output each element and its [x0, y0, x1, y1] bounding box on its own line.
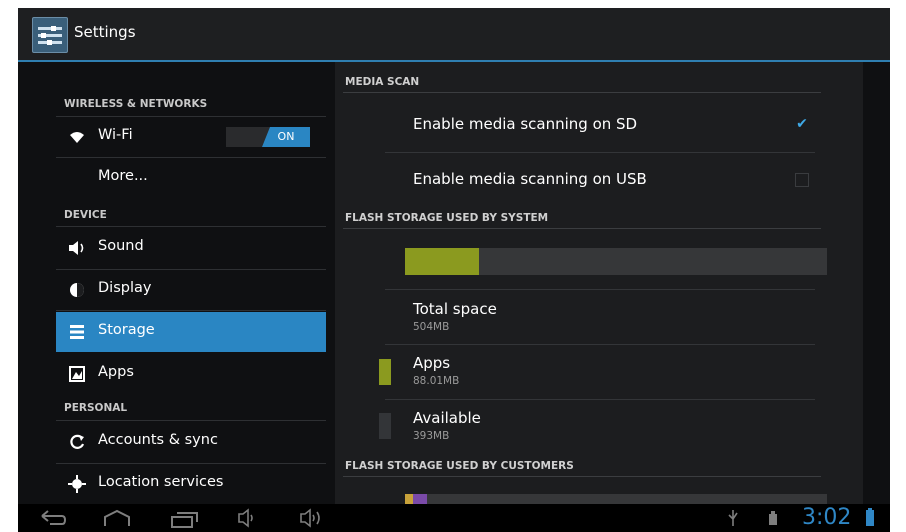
storage-settings-panel: MEDIA SCAN Enable media scanning on SD ✔… — [335, 62, 863, 504]
media-scan-usb-label: Enable media scanning on USB — [413, 170, 647, 188]
wifi-icon — [66, 126, 88, 148]
customer-storage-bar — [405, 494, 827, 504]
section-header-media-scan: MEDIA SCAN — [345, 76, 420, 88]
sidebar-item-label: Accounts & sync — [98, 432, 218, 448]
section-header-system-storage: FLASH STORAGE USED BY SYSTEM — [345, 212, 549, 224]
divider — [385, 344, 815, 345]
section-header-device: DEVICE — [64, 209, 107, 221]
back-icon[interactable] — [38, 508, 68, 532]
sidebar-item-more[interactable]: More... — [56, 158, 326, 198]
media-scan-sd-label: Enable media scanning on SD — [413, 115, 638, 133]
sidebar-item-label: Location services — [98, 474, 224, 490]
usb-icon — [726, 508, 740, 532]
divider — [385, 152, 815, 153]
sidebar-item-label: More... — [98, 168, 148, 184]
checkbox-checked-icon[interactable]: ✔ — [795, 117, 809, 131]
divider — [343, 92, 821, 93]
apps-storage-label: Apps — [413, 354, 451, 372]
status-clock: 3:02 — [802, 505, 852, 530]
page-title: Settings — [74, 23, 136, 41]
toggle-on-label: ON — [262, 127, 310, 147]
location-icon — [66, 473, 88, 495]
recent-apps-icon[interactable] — [170, 508, 200, 532]
divider — [56, 310, 326, 311]
sidebar-item-apps[interactable]: Apps — [56, 354, 326, 394]
divider — [56, 420, 326, 421]
sidebar-item-location-services[interactable]: Location services — [56, 464, 326, 504]
apps-icon — [66, 363, 88, 385]
battery-icon — [866, 510, 874, 526]
slider-knob-icon — [41, 33, 46, 38]
slider-line-icon — [38, 27, 62, 30]
wifi-toggle[interactable]: ON — [226, 127, 310, 147]
divider — [343, 476, 821, 477]
available-storage-label: Available — [413, 409, 481, 427]
total-space-label: Total space — [413, 300, 497, 318]
apps-legend-swatch — [379, 359, 391, 385]
system-storage-bar — [405, 248, 827, 275]
sidebar-item-label: Storage — [98, 322, 155, 338]
divider — [385, 289, 815, 290]
volume-up-icon[interactable] — [298, 508, 328, 532]
settings-sidebar: WIRELESS & NETWORKS Wi-Fi ON More... DEV… — [56, 62, 328, 502]
sidebar-item-storage[interactable]: Storage — [56, 312, 326, 352]
navigation-bar: 3:02 — [18, 504, 890, 532]
customer-storage-segment — [405, 494, 413, 504]
divider — [343, 228, 821, 229]
sound-icon — [66, 237, 88, 259]
checkbox-unchecked-icon[interactable] — [795, 173, 809, 187]
display-icon — [66, 279, 88, 301]
sidebar-item-sound[interactable]: Sound — [56, 228, 326, 268]
debug-icon — [766, 508, 780, 532]
tablet-screen: Settings WIRELESS & NETWORKS Wi-Fi ON Mo… — [18, 8, 890, 532]
available-legend-swatch — [379, 413, 391, 439]
total-space-value: 504MB — [413, 321, 450, 333]
volume-down-icon[interactable] — [236, 508, 260, 532]
slider-knob-icon — [51, 26, 56, 31]
storage-icon — [66, 321, 88, 343]
sidebar-item-label: Wi-Fi — [98, 127, 133, 143]
sidebar-item-wifi[interactable]: Wi-Fi ON — [56, 117, 326, 157]
customer-storage-segment — [413, 494, 427, 504]
section-header-customer-storage: FLASH STORAGE USED BY CUSTOMERS — [345, 460, 574, 472]
sidebar-item-label: Apps — [98, 364, 134, 380]
sidebar-item-label: Display — [98, 280, 152, 296]
section-header-personal: PERSONAL — [64, 402, 128, 414]
slider-knob-icon — [47, 40, 52, 45]
sidebar-item-accounts-sync[interactable]: Accounts & sync — [56, 422, 326, 462]
divider — [385, 399, 815, 400]
sidebar-item-display[interactable]: Display — [56, 270, 326, 310]
available-storage-value: 393MB — [413, 430, 450, 442]
section-header-wireless: WIRELESS & NETWORKS — [64, 98, 208, 110]
divider — [56, 226, 326, 227]
settings-app-icon[interactable] — [32, 17, 68, 53]
action-bar: Settings — [18, 8, 890, 62]
sync-icon — [66, 431, 88, 453]
home-icon[interactable] — [102, 508, 132, 532]
sidebar-item-label: Sound — [98, 238, 144, 254]
apps-storage-value: 88.01MB — [413, 375, 460, 387]
system-storage-used-fill — [405, 248, 479, 275]
